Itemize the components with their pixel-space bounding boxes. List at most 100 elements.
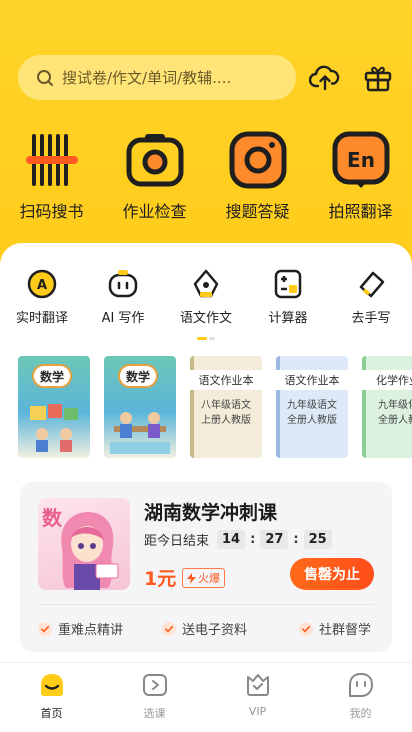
book-subtitle: 九年级语文 全册人教版 [276, 398, 348, 428]
action-homework-check[interactable]: 作业检查 [103, 130, 206, 222]
page-indicator [197, 337, 217, 340]
book-head: 语文作业本 [276, 370, 348, 390]
cloud-upload-icon[interactable] [309, 62, 341, 94]
search-icon [37, 69, 53, 86]
buy-button[interactable]: 售罄为止 [290, 558, 374, 590]
countdown-label: 距今日结束 [144, 534, 210, 549]
course-title: 湖南数学冲刺课 [144, 502, 278, 524]
tab-vip[interactable]: VIP [206, 671, 309, 718]
tool-label: 实时翻译 [15, 311, 68, 326]
book-grade: 八年级语文 [201, 400, 251, 411]
home-icon [40, 674, 63, 696]
feature-item: 送电子资料 [162, 619, 247, 638]
course-card[interactable]: 数 湖南数学冲刺课 距今日结束 14 : 27 : 25 1元 火爆 售罄为止 … [20, 482, 392, 652]
tool-label: 语文作文 [179, 311, 232, 326]
main-actions: 扫码搜书 作业检查 搜题答疑 En 拍照翻译 [0, 130, 412, 222]
feature-item: 重难点精讲 [38, 619, 123, 638]
book-cover-yuwen-9[interactable]: 语文作业本 九年级语文 全册人教版 [276, 356, 348, 458]
countdown: 距今日结束 14 : 27 : 25 [144, 530, 334, 549]
tool-label: AI 写作 [101, 311, 145, 326]
course-price: 1元 [144, 568, 177, 590]
countdown-separator: : [250, 532, 256, 547]
book-cover-math-2[interactable]: 数学 [104, 356, 176, 458]
book-edition: 上册人教版 [201, 415, 251, 426]
feature-label: 重难点精讲 [58, 623, 124, 638]
instagram-camera-icon [229, 131, 286, 189]
gift-icon[interactable] [362, 62, 394, 94]
book-grade: 九年级化 [378, 400, 412, 411]
vip-icon [246, 674, 269, 696]
hot-badge: 火爆 [182, 568, 225, 588]
tab-label: VIP [248, 705, 267, 718]
book-badge: 数学 [32, 364, 72, 388]
action-label: 扫码搜书 [19, 202, 84, 221]
action-search-question[interactable]: 搜题答疑 [206, 130, 309, 222]
tool-shortcuts: A 实时翻译 AI 写作 语文作文 计算器 去手写 [0, 268, 412, 338]
book-head: 化学作业 [362, 370, 412, 390]
feature-label: 社群督学 [319, 623, 372, 638]
feature-item: 社群督学 [299, 619, 371, 638]
countdown-minutes: 27 [260, 530, 289, 549]
indicator-inactive [209, 337, 215, 340]
tab-home[interactable]: 首页 [0, 671, 103, 721]
tool-calculator[interactable]: 计算器 [248, 268, 328, 326]
countdown-seconds: 25 [303, 530, 332, 549]
tool-label: 计算器 [268, 311, 308, 326]
action-photo-translate[interactable]: En 拍照翻译 [309, 130, 412, 222]
en-translate-icon: En [332, 131, 389, 188]
tab-courses[interactable]: 选课 [103, 671, 206, 721]
course-cover: 数 [38, 498, 130, 590]
tab-label: 我的 [349, 707, 372, 720]
profile-face-icon [348, 672, 373, 697]
book-subtitle: 九年级化 全册人教 [362, 398, 412, 428]
ai-robot-icon [108, 270, 138, 298]
svg-text:En: En [347, 148, 375, 172]
tool-label: 去手写 [351, 311, 391, 326]
indicator-active [197, 337, 207, 340]
book-shelf[interactable]: 数学 数学 语文作业本 八年级语文 上册人教版 语文作业本 九年级语文 全册人教… [0, 356, 412, 460]
calculator-icon [274, 269, 302, 299]
tool-remove-handwriting[interactable]: 去手写 [331, 268, 411, 326]
feature-label: 送电子资料 [182, 623, 248, 638]
svg-text:A: A [37, 278, 47, 293]
book-illustration [30, 404, 78, 452]
check-icon [162, 621, 176, 636]
hot-label: 火爆 [198, 572, 220, 585]
book-cover-yuwen-8[interactable]: 语文作业本 八年级语文 上册人教版 [190, 356, 262, 458]
cover-girl-illustration [61, 512, 119, 590]
countdown-hours: 14 [217, 530, 246, 549]
tool-chinese-essay[interactable]: 语文作文 [166, 268, 246, 326]
book-head: 语文作业本 [190, 370, 262, 390]
action-label: 拍照翻译 [328, 202, 393, 221]
pen-nib-icon [193, 269, 219, 298]
book-edition: 全册人教版 [287, 415, 337, 426]
eraser-icon [359, 271, 385, 298]
action-label: 作业检查 [122, 202, 187, 221]
book-subtitle: 八年级语文 上册人教版 [190, 398, 262, 428]
action-scan-book[interactable]: 扫码搜书 [0, 130, 103, 222]
tool-ai-writing[interactable]: AI 写作 [83, 268, 163, 326]
tool-realtime-translate[interactable]: A 实时翻译 [2, 268, 82, 326]
book-grade: 九年级语文 [287, 400, 337, 411]
card-divider [38, 604, 374, 605]
camera-icon [126, 134, 183, 187]
book-cover-math-1[interactable]: 数学 [18, 356, 90, 458]
search-bar[interactable]: 搜试卷/作文/单词/教辅.... [18, 55, 296, 100]
search-placeholder: 搜试卷/作文/单词/教辅.... [62, 69, 232, 87]
realtime-translate-icon: A [27, 269, 57, 299]
book-edition: 全册人教 [378, 415, 412, 426]
action-label: 搜题答疑 [225, 202, 290, 221]
check-icon [299, 621, 313, 636]
lightning-icon [187, 572, 196, 584]
tab-profile[interactable]: 我的 [309, 671, 412, 721]
tab-label: 首页 [40, 707, 63, 720]
bottom-tab-bar: 首页 选课 VIP 我的 [0, 662, 412, 732]
countdown-separator: : [293, 532, 299, 547]
book-cover-chemistry[interactable]: 化学作业 九年级化 全册人教 [362, 356, 412, 458]
book-illustration [110, 412, 170, 454]
tab-label: 选课 [143, 707, 166, 720]
play-course-icon [142, 674, 167, 696]
check-icon [38, 621, 52, 636]
barcode-icon [25, 134, 78, 186]
book-badge: 数学 [118, 364, 158, 388]
